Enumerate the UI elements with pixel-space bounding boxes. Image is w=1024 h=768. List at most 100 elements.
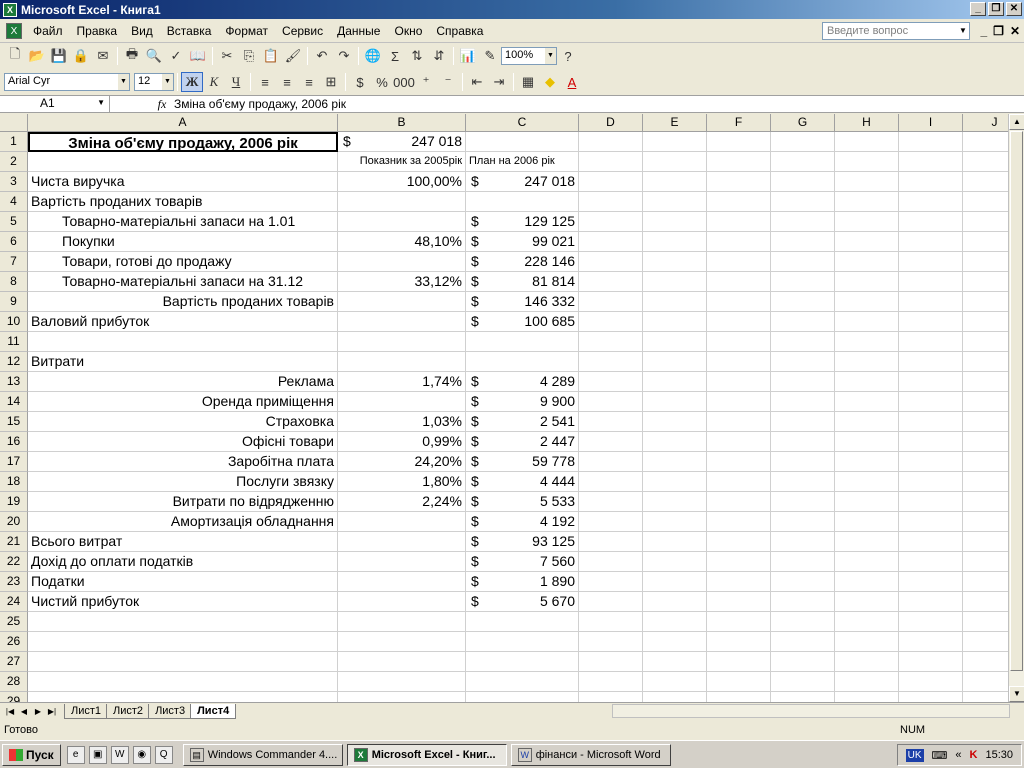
grid-cell[interactable] [963, 272, 1008, 292]
grid-cell[interactable] [963, 452, 1008, 472]
cell-c[interactable] [466, 192, 579, 212]
cell-b[interactable] [338, 292, 466, 312]
cell-a[interactable]: Амортизація обладнання [28, 512, 338, 532]
cell-a[interactable] [28, 612, 338, 632]
doc-close-button[interactable]: ✕ [1010, 24, 1020, 38]
grid-cell[interactable] [643, 292, 707, 312]
antivirus-icon[interactable]: K [970, 749, 978, 761]
formula-input[interactable]: Зміна об'єму продажу, 2006 рік [172, 97, 346, 111]
grid-cell[interactable] [643, 152, 707, 172]
grid-cell[interactable] [707, 592, 771, 612]
grid-cell[interactable] [579, 572, 643, 592]
sheet-tab-3[interactable]: Лист3 [148, 703, 193, 719]
grid-cell[interactable] [579, 372, 643, 392]
grid-cell[interactable] [771, 212, 835, 232]
grid-cell[interactable] [835, 532, 899, 552]
grid-cell[interactable] [835, 132, 899, 152]
zoom-select[interactable]: 100% ▼ [501, 47, 557, 65]
grid-cell[interactable] [899, 472, 963, 492]
grid-cell[interactable] [643, 652, 707, 672]
cell-c[interactable]: $5 533 [466, 492, 579, 512]
grid-cell[interactable] [579, 232, 643, 252]
grid-cell[interactable] [579, 612, 643, 632]
cell-a[interactable]: Реклама [28, 372, 338, 392]
cell-c[interactable] [466, 672, 579, 692]
cell-b[interactable] [338, 612, 466, 632]
grid-cell[interactable] [579, 632, 643, 652]
grid-cell[interactable] [899, 492, 963, 512]
grid-cell[interactable] [707, 472, 771, 492]
decrease-decimal-icon[interactable]: ⁻ [437, 72, 459, 92]
grid-cell[interactable] [963, 212, 1008, 232]
grid-cell[interactable] [899, 132, 963, 152]
cell-c[interactable]: $4 289 [466, 372, 579, 392]
vertical-scrollbar[interactable]: ▲ ▼ [1008, 114, 1024, 702]
grid-cell[interactable] [707, 652, 771, 672]
grid-cell[interactable] [835, 432, 899, 452]
grid-cell[interactable] [643, 252, 707, 272]
grid-cell[interactable] [643, 672, 707, 692]
grid-cell[interactable] [707, 232, 771, 252]
row-header[interactable]: 13 [0, 372, 28, 392]
grid-cell[interactable] [835, 312, 899, 332]
grid-cell[interactable] [835, 692, 899, 702]
research-icon[interactable]: 📖 [187, 46, 209, 66]
grid-cell[interactable] [835, 212, 899, 232]
grid-cell[interactable] [963, 312, 1008, 332]
autosum-icon[interactable]: Σ [384, 46, 406, 66]
grid-cell[interactable] [771, 632, 835, 652]
save-icon[interactable]: 💾 [48, 46, 70, 66]
grid-cell[interactable] [579, 192, 643, 212]
cell-a[interactable]: Дохід до оплати податків [28, 552, 338, 572]
row-header[interactable]: 6 [0, 232, 28, 252]
cell-b[interactable]: 1,74% [338, 372, 466, 392]
grid-cell[interactable] [707, 332, 771, 352]
grid-cell[interactable] [707, 672, 771, 692]
cell-c[interactable]: $4 192 [466, 512, 579, 532]
grid-cell[interactable] [771, 192, 835, 212]
grid-cell[interactable] [579, 172, 643, 192]
grid-cell[interactable] [963, 612, 1008, 632]
grid-cell[interactable] [579, 692, 643, 702]
scroll-down-icon[interactable]: ▼ [1009, 686, 1024, 702]
grid-cell[interactable] [579, 292, 643, 312]
grid-cell[interactable] [771, 452, 835, 472]
grid-cell[interactable] [963, 372, 1008, 392]
grid-cell[interactable] [643, 452, 707, 472]
cell-a[interactable]: Податки [28, 572, 338, 592]
grid-cell[interactable] [899, 672, 963, 692]
cell-b[interactable] [338, 212, 466, 232]
row-header[interactable]: 20 [0, 512, 28, 532]
grid-cell[interactable] [835, 152, 899, 172]
row-header[interactable]: 15 [0, 412, 28, 432]
currency-icon[interactable]: $ [349, 72, 371, 92]
row-header[interactable]: 8 [0, 272, 28, 292]
expand-tray-icon[interactable]: « [955, 749, 961, 761]
grid-cell[interactable] [771, 652, 835, 672]
grid-cell[interactable] [899, 292, 963, 312]
select-all-corner[interactable] [0, 114, 28, 132]
grid-cell[interactable] [899, 412, 963, 432]
grid-cell[interactable] [899, 692, 963, 702]
grid-cell[interactable] [643, 472, 707, 492]
column-header[interactable]: C [466, 114, 579, 132]
merge-center-icon[interactable]: ⊞ [320, 72, 342, 92]
cell-c[interactable] [466, 612, 579, 632]
language-indicator[interactable]: UK [905, 748, 924, 762]
column-header[interactable]: F [707, 114, 771, 132]
cell-b[interactable] [338, 672, 466, 692]
grid-cell[interactable] [899, 212, 963, 232]
align-right-icon[interactable]: ≡ [298, 72, 320, 92]
grid-cell[interactable] [707, 172, 771, 192]
grid-cell[interactable] [771, 312, 835, 332]
underline-button[interactable]: Ч [225, 72, 247, 92]
increase-decimal-icon[interactable]: ⁺ [415, 72, 437, 92]
cell-c[interactable]: $7 560 [466, 552, 579, 572]
grid-cell[interactable] [579, 312, 643, 332]
grid-cell[interactable] [835, 292, 899, 312]
grid-cell[interactable] [899, 372, 963, 392]
search-icon[interactable]: Q [154, 745, 173, 764]
horizontal-scrollbar[interactable] [612, 704, 1010, 718]
grid-cell[interactable] [963, 352, 1008, 372]
grid-cell[interactable] [899, 572, 963, 592]
